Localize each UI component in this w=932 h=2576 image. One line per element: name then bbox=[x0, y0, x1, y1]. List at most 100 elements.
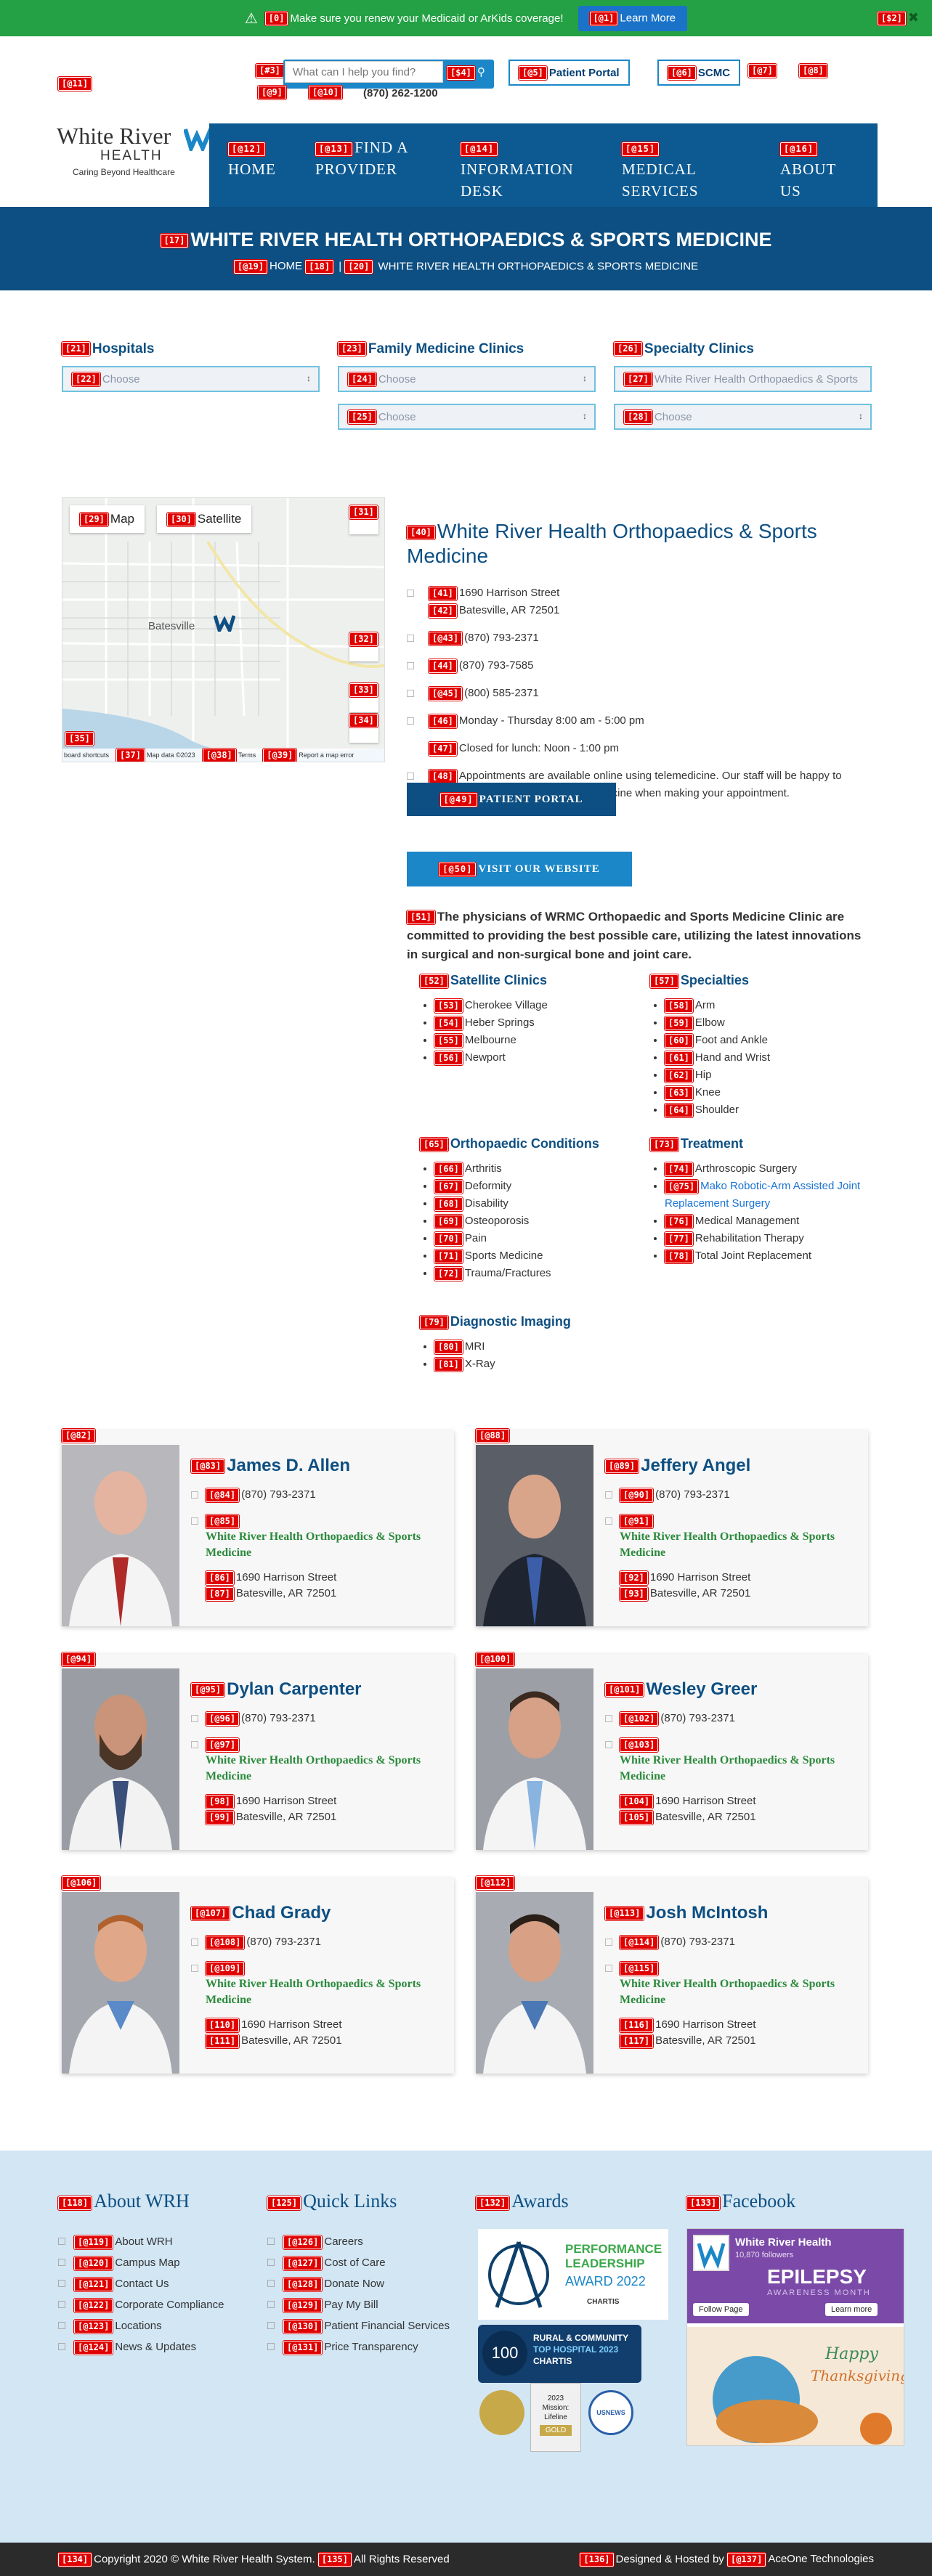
google-logo-link[interactable]: [35] bbox=[65, 732, 96, 746]
tag-label: [34] bbox=[349, 714, 378, 727]
scmc-link[interactable]: [@6] SCMC bbox=[657, 60, 741, 86]
physician-name[interactable]: [@89] Jeffery Angel bbox=[605, 1456, 750, 1476]
physician-address: [86] 1690 Harrison Street [87] Batesville, … bbox=[191, 1570, 445, 1602]
facebook-link[interactable]: [@7] bbox=[748, 64, 779, 78]
physician-name[interactable]: [@113] Josh McIntosh bbox=[605, 1903, 768, 1923]
map-tab-map[interactable]: [29] Map bbox=[70, 505, 145, 533]
footer-link-label: Donate Now bbox=[324, 2278, 384, 2290]
map-zoom-in-button[interactable]: [33] bbox=[349, 683, 378, 712]
physician-link[interactable]: [@82] bbox=[62, 1429, 97, 1443]
map-report-link[interactable]: [@39] Report a map error bbox=[263, 748, 354, 762]
learn-more-button[interactable]: [@1] Learn More bbox=[578, 5, 688, 31]
clinic-phone[interactable]: [@43] (870) 793-2371 bbox=[407, 629, 872, 647]
phone-link[interactable]: [@10] bbox=[309, 86, 344, 99]
clinic-tollfree[interactable]: [@45] (800) 585-2371 bbox=[407, 685, 872, 702]
physician-phone[interactable]: [@102] (870) 793-2371 bbox=[605, 1711, 859, 1727]
facebook-learn-button[interactable]: Learn more bbox=[825, 2303, 878, 2316]
footer-link[interactable]: [@131] Price Transparency bbox=[267, 2336, 456, 2357]
physician-name[interactable]: [@95] Dylan Carpenter bbox=[191, 1679, 362, 1700]
location-map[interactable]: Batesville [29] Map [30] Satellite [31] [3… bbox=[62, 497, 385, 762]
footer-link[interactable]: [@128] Donate Now bbox=[267, 2273, 456, 2294]
physician-phone[interactable]: [@84] (870) 793-2371 bbox=[191, 1487, 445, 1503]
footer-link[interactable]: [@120] Campus Map bbox=[58, 2252, 247, 2273]
physician-clinic[interactable]: [@103] White River Health Orthopaedics & … bbox=[605, 1737, 859, 1785]
footer-link[interactable]: [@126] Careers bbox=[267, 2231, 456, 2252]
site-logo[interactable]: White River HEALTH Caring Beyond Healthc… bbox=[57, 123, 216, 189]
physician-photo[interactable] bbox=[476, 1892, 593, 2074]
footer-link[interactable]: [@124] News & Updates bbox=[58, 2336, 247, 2357]
breadcrumb-home[interactable]: [@19] HOME bbox=[233, 260, 302, 274]
page-title-text: WHITE RIVER HEALTH ORTHOPAEDICS & SPORTS… bbox=[190, 229, 772, 250]
map-terms-link[interactable]: [@38] Terms bbox=[202, 748, 256, 762]
physician-phone[interactable]: [@90] (870) 793-2371 bbox=[605, 1487, 859, 1503]
nav-find-provider[interactable]: [@13] Find a Provider bbox=[296, 123, 442, 207]
physician-photo[interactable] bbox=[476, 1668, 593, 1850]
physician-name[interactable]: [@107] Chad Grady bbox=[191, 1903, 331, 1923]
award-line: 2023 bbox=[547, 2394, 564, 2402]
physician-photo[interactable] bbox=[62, 1445, 179, 1626]
tag-label: [@82] bbox=[62, 1429, 96, 1443]
physician-name[interactable]: [@101] Wesley Greer bbox=[605, 1679, 757, 1700]
nav-home[interactable]: [@12] Home bbox=[209, 123, 296, 207]
footer-link[interactable]: [@129] Pay My Bill bbox=[267, 2294, 456, 2315]
specialty-clinics-select-2[interactable]: [28] Choose ↕ bbox=[614, 404, 872, 430]
facebook-widget[interactable]: White River Health 10,870 followers EPIL… bbox=[686, 2228, 904, 2446]
physician-phone[interactable]: [@96] (870) 793-2371 bbox=[191, 1711, 445, 1727]
facebook-post-image[interactable]: Happy Thanksgiving bbox=[687, 2327, 904, 2445]
patient-portal-link[interactable]: [@5] Patient Portal bbox=[508, 60, 630, 86]
family-clinics-select-2[interactable]: [25] Choose ↕ bbox=[338, 404, 596, 430]
physician-photo[interactable] bbox=[62, 1668, 179, 1850]
physician-clinic[interactable]: [@115] White River Health Orthopaedics & … bbox=[605, 1960, 859, 2008]
phone-icon-link[interactable]: [@9] bbox=[258, 86, 288, 99]
map-marker-icon[interactable] bbox=[214, 614, 235, 632]
physician-phone[interactable]: [@108] (870) 793-2371 bbox=[191, 1934, 445, 1950]
aceone-link[interactable]: [@137] AceOne Technologies bbox=[726, 2552, 874, 2567]
footer-link-label: Corporate Compliance bbox=[115, 2299, 224, 2311]
nav-information-desk[interactable]: [@14] Information Desk bbox=[442, 123, 603, 207]
map-fullscreen-button[interactable]: [31] bbox=[349, 505, 378, 534]
footer-link[interactable]: [@119] About WRH bbox=[58, 2231, 247, 2252]
physician-link[interactable]: [@106] bbox=[62, 1876, 102, 1890]
hospitals-select[interactable]: [22] Choose ↕ bbox=[62, 366, 320, 392]
post-text-happy: Happy bbox=[825, 2345, 878, 2363]
map-pegman-button[interactable]: [32] bbox=[349, 632, 378, 661]
physician-photo[interactable] bbox=[476, 1445, 593, 1626]
physician-photo[interactable] bbox=[62, 1892, 179, 2074]
physician-link[interactable]: [@88] bbox=[476, 1429, 511, 1443]
phone-number[interactable]: (870) 262-1200 bbox=[363, 87, 438, 99]
map-keyboard-shortcuts[interactable]: board shortcuts bbox=[64, 751, 109, 759]
footer-link[interactable]: [@130] Patient Financial Services bbox=[267, 2315, 456, 2336]
social-link[interactable]: [@8] bbox=[799, 64, 830, 78]
facebook-follow-button[interactable]: Follow Page bbox=[693, 2303, 749, 2316]
footer-link[interactable]: [@127] Cost of Care bbox=[267, 2252, 456, 2273]
search-button[interactable]: [$4] ⚲ bbox=[447, 65, 485, 80]
physician-name[interactable]: [@83] James D. Allen bbox=[191, 1456, 350, 1476]
footer-link[interactable]: [@123] Locations bbox=[58, 2315, 247, 2336]
family-clinics-select[interactable]: [24] Choose ↕ bbox=[338, 366, 596, 392]
footer-link[interactable]: [@122] Corporate Compliance bbox=[58, 2294, 247, 2315]
tag-label: [25] bbox=[348, 409, 376, 424]
tag-label: [@127] bbox=[283, 2256, 323, 2270]
alert-close-button[interactable]: [$2] ✖ bbox=[878, 10, 919, 25]
specialty-clinics-select[interactable]: [27] White River Health Orthopaedics & Sp… bbox=[614, 366, 872, 392]
physician-link[interactable]: [@112] bbox=[476, 1876, 516, 1890]
physician-phone[interactable]: [@114] (870) 793-2371 bbox=[605, 1934, 859, 1950]
tag-label: [@6] bbox=[668, 65, 696, 80]
map-tab-satellite[interactable]: [30] Satellite bbox=[157, 505, 252, 533]
physician-clinic[interactable]: [@85] White River Health Orthopaedics & S… bbox=[191, 1513, 445, 1561]
physician-clinic[interactable]: [@109] White River Health Orthopaedics & … bbox=[191, 1960, 445, 2008]
map-zoom-out-button[interactable]: [34] bbox=[349, 714, 378, 743]
footer-link[interactable]: [@121] Contact Us bbox=[58, 2273, 247, 2294]
physician-clinic[interactable]: [@97] White River Health Orthopaedics & S… bbox=[191, 1737, 445, 1785]
facebook-page-name[interactable]: White River Health bbox=[735, 2236, 832, 2249]
nav-about-us[interactable]: [@16] About Us bbox=[761, 123, 878, 207]
physician-link[interactable]: [@100] bbox=[476, 1652, 516, 1666]
patient-portal-button[interactable]: [@49] PATIENT PORTAL bbox=[407, 783, 616, 816]
search-input[interactable] bbox=[285, 61, 443, 83]
physician-link[interactable]: [@94] bbox=[62, 1652, 97, 1666]
clinic-details: [41] 1690 Harrison Street [42] Batesville, … bbox=[407, 584, 872, 802]
mako-surgery-link[interactable]: [@75] Mako Robotic-Arm Assisted Joint Rep… bbox=[665, 1179, 860, 1210]
physician-clinic[interactable]: [@91] White River Health Orthopaedics & S… bbox=[605, 1513, 859, 1561]
visit-website-button[interactable]: [@50] VISIT OUR WEBSITE bbox=[407, 852, 632, 886]
nav-medical-services[interactable]: [@15] Medical Services bbox=[603, 123, 761, 207]
